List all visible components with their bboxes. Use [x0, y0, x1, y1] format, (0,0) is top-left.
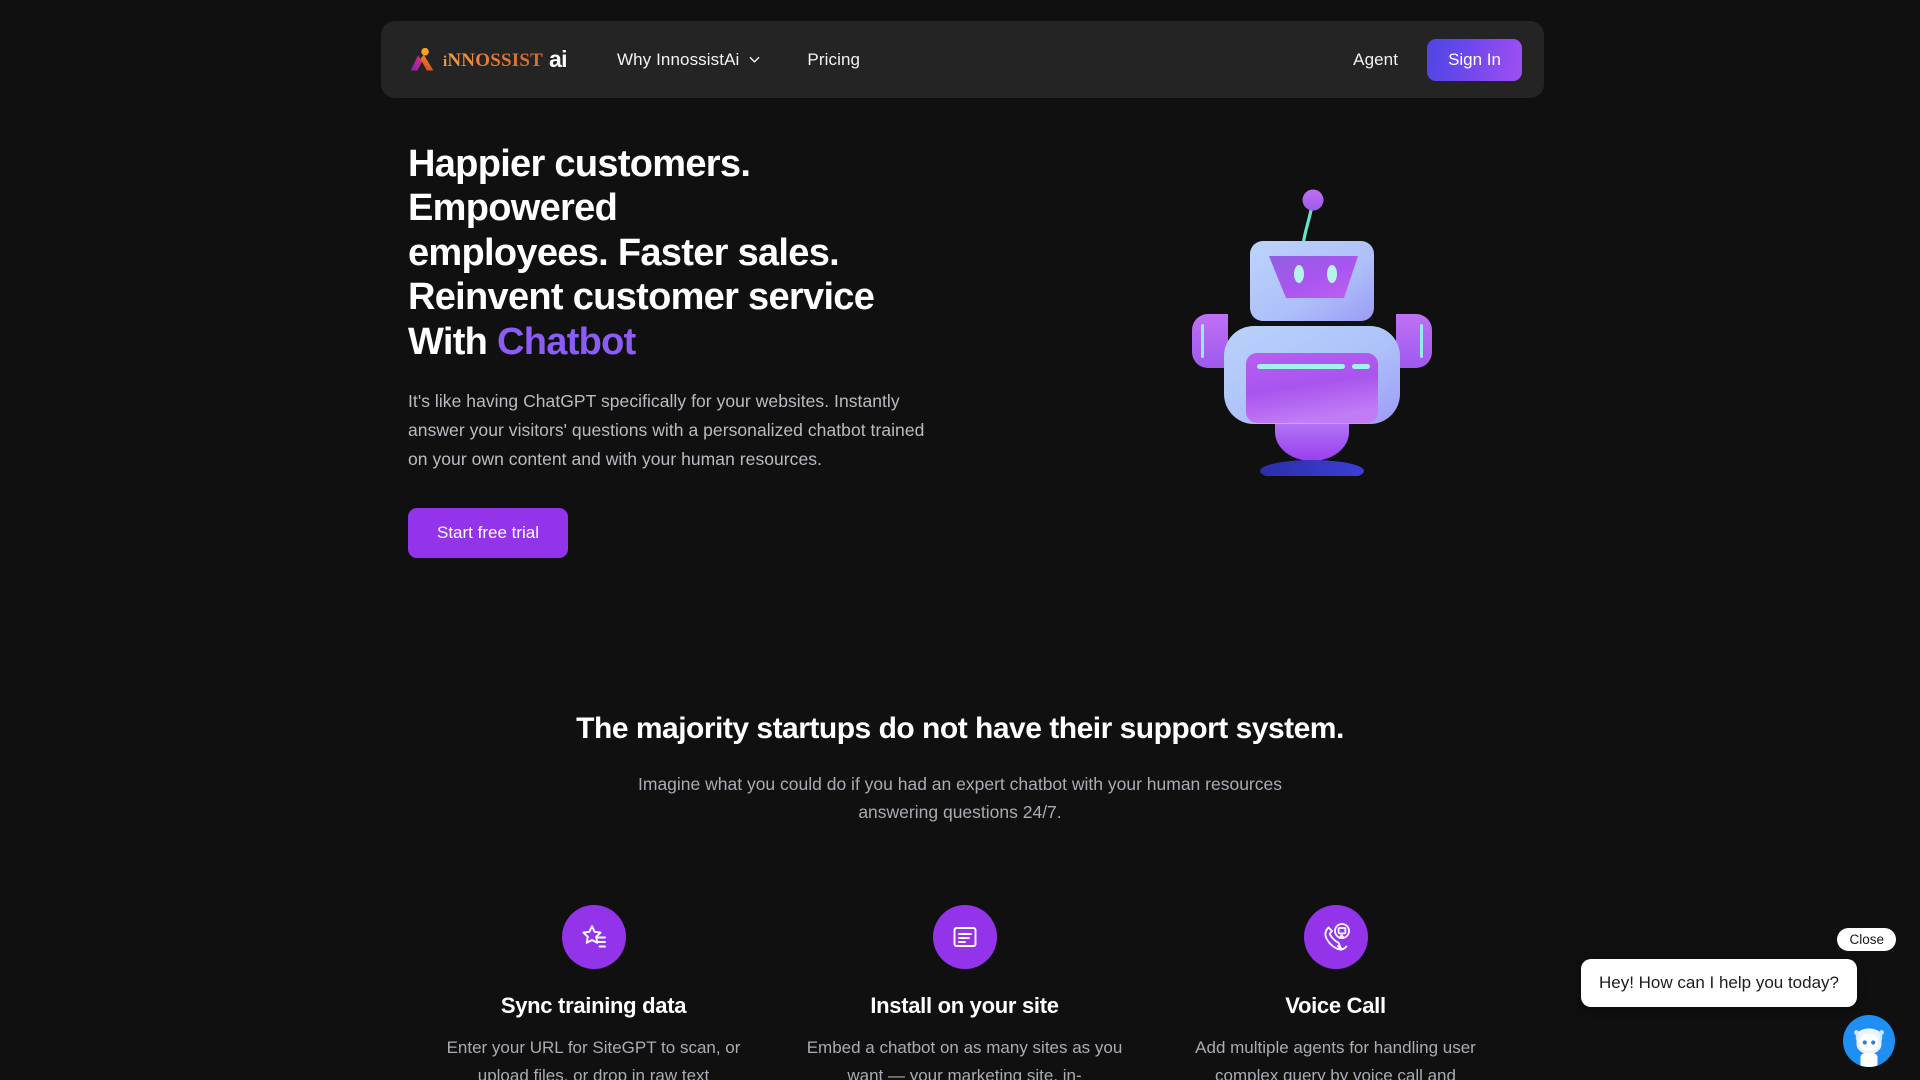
- feature-card-title: Install on your site: [870, 993, 1059, 1018]
- feature-card-title: Voice Call: [1285, 993, 1386, 1018]
- hero-title-line-2: employees. Faster sales.: [408, 231, 840, 274]
- chat-close-button[interactable]: Close: [1837, 928, 1896, 951]
- chat-document-icon: [932, 905, 997, 969]
- nav-item-why-innossistai[interactable]: Why InnossistAi: [617, 50, 761, 70]
- primary-nav: Why InnossistAi Pricing: [617, 50, 860, 70]
- feature-card-description: Enter your URL for SiteGPT to scan, or u…: [446, 1038, 741, 1080]
- chatbot-avatar-icon: [1847, 1023, 1891, 1067]
- hero-copy: Happier customers. Empowered employees. …: [408, 138, 968, 559]
- brand-suffix: ai: [548, 46, 568, 72]
- nav-item-label: Why InnossistAi: [616, 49, 740, 69]
- star-list-icon: [561, 905, 626, 969]
- chatbot-robot-illustration-icon: [1162, 146, 1462, 476]
- hero-title-line-4-prefix: With: [408, 320, 498, 363]
- value-prop-section: The majority startups do not have their …: [0, 712, 1920, 827]
- innossist-logo-mark-icon: [408, 46, 436, 74]
- page-root: iNNOSSIST ai Why InnossistAi Pricing Age…: [0, 0, 1920, 1080]
- chat-greeting-bubble: Hey! How can I help you today?: [1580, 959, 1857, 1007]
- hero-title-line-3: Reinvent customer service: [408, 276, 875, 319]
- brand-logo[interactable]: iNNOSSIST ai: [408, 43, 568, 77]
- hero-section: Happier customers. Empowered employees. …: [408, 138, 1518, 559]
- hero-title-line-1: Happier customers. Empowered: [408, 143, 751, 230]
- feature-cards: Sync training data Enter your URL for Si…: [408, 905, 1521, 1080]
- phone-chat-icon: [1303, 905, 1368, 969]
- nav-item-agent[interactable]: Agent: [1353, 50, 1398, 70]
- nav-item-label: Pricing: [807, 49, 861, 69]
- feature-card-title: Sync training data: [500, 993, 687, 1018]
- hero-title-accent: Chatbot: [497, 320, 636, 363]
- feature-card-description: Add multiple agents for handling user co…: [1195, 1038, 1476, 1080]
- sign-in-button[interactable]: Sign In: [1427, 38, 1522, 81]
- chevron-down-icon: [748, 53, 761, 66]
- chat-launcher-button[interactable]: [1843, 1015, 1895, 1067]
- section-title: The majority startups do not have their …: [576, 712, 1344, 745]
- site-header: iNNOSSIST ai Why InnossistAi Pricing Age…: [381, 21, 1544, 98]
- feature-card-description: Embed a chatbot on as many sites as you …: [806, 1038, 1123, 1080]
- section-subtitle: Imagine what you could do if you had an …: [638, 774, 1282, 823]
- feature-card-sync-training-data: Sync training data Enter your URL for Si…: [408, 905, 779, 1080]
- hero-title: Happier customers. Empowered employees. …: [408, 142, 968, 364]
- feature-card-voice-call: Voice Call Add multiple agents for handl…: [1150, 905, 1521, 1080]
- brand-name: iNNOSSIST: [443, 50, 543, 71]
- hero-subtitle: It's like having ChatGPT specifically fo…: [408, 391, 925, 470]
- feature-card-install-on-your-site: Install on your site Embed a chatbot on …: [779, 905, 1150, 1080]
- start-free-trial-button[interactable]: Start free trial: [408, 508, 569, 559]
- header-actions: Agent Sign In: [1353, 38, 1522, 81]
- nav-item-pricing[interactable]: Pricing: [807, 50, 860, 70]
